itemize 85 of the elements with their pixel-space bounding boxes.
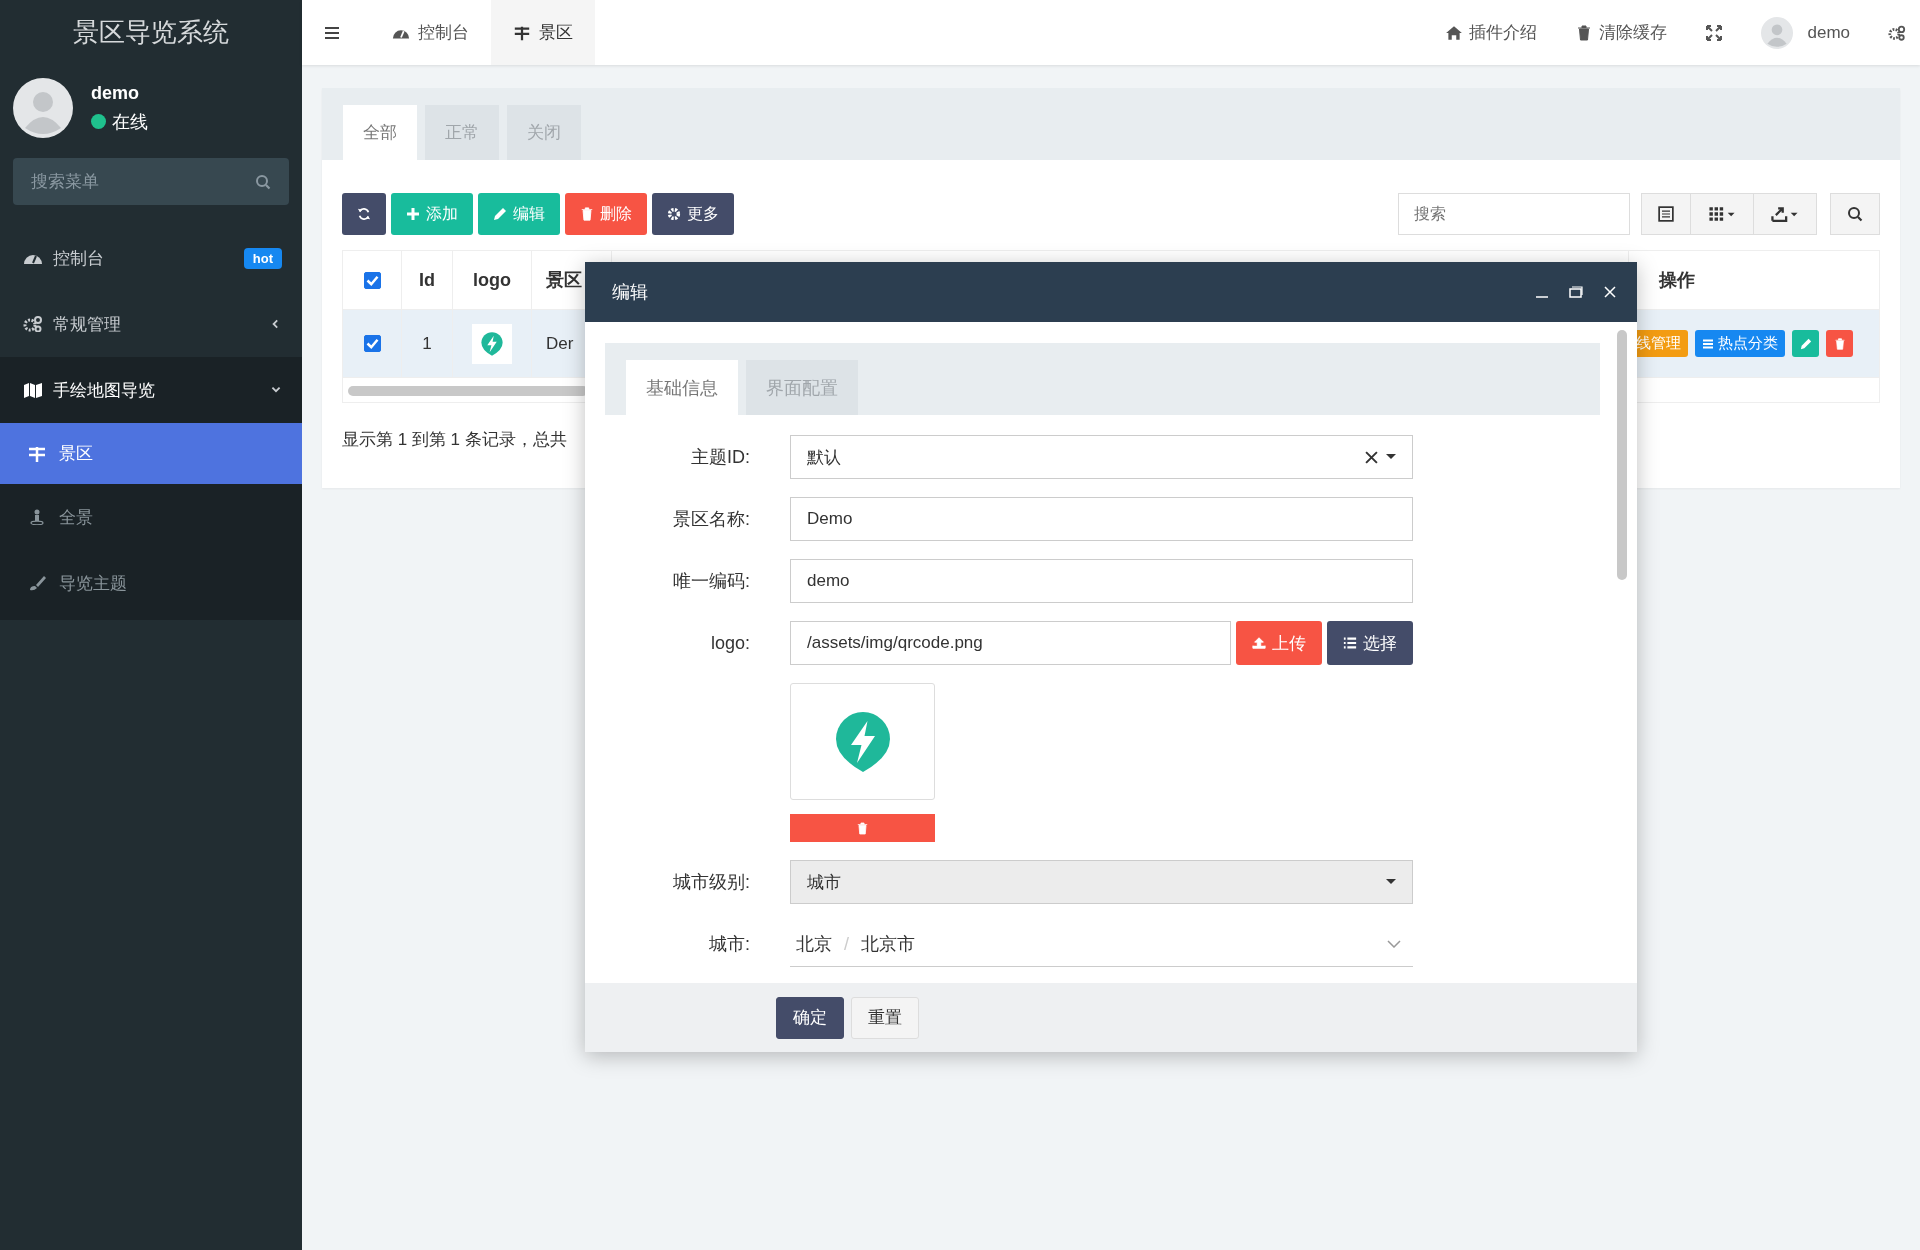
- trash-icon: [1833, 337, 1846, 350]
- user-status: 在线: [112, 110, 148, 134]
- text-field[interactable]: demo: [790, 559, 1413, 603]
- signpost-icon: [27, 445, 47, 462]
- field-label: 景区名称:: [672, 508, 751, 531]
- row-action-button[interactable]: 热点分类: [1695, 330, 1785, 357]
- table-cell: 1: [402, 310, 453, 377]
- select-field[interactable]: 城市: [790, 860, 1413, 904]
- scrollbar[interactable]: [348, 386, 588, 396]
- gears-icon: [23, 316, 43, 332]
- pencil-icon: [493, 207, 507, 221]
- field-label: 主题ID:: [690, 446, 751, 469]
- search-icon: [1847, 206, 1863, 222]
- menu-item[interactable]: 手绘地图导览: [0, 357, 302, 423]
- more-button[interactable]: 更多: [652, 193, 734, 235]
- delete-button[interactable]: [1826, 330, 1853, 357]
- logo-thumbnail: [472, 323, 512, 364]
- confirm-button[interactable]: 确定: [776, 996, 844, 1039]
- upload-icon: [1252, 636, 1266, 650]
- text-field[interactable]: /assets/img/qrcode.png: [790, 621, 1231, 665]
- column-header: logo: [453, 251, 532, 309]
- toggle-view-button[interactable]: [1641, 193, 1691, 235]
- field-label: 城市级别:: [672, 871, 751, 894]
- export-button[interactable]: [1754, 193, 1817, 235]
- refresh-icon: [357, 207, 371, 221]
- menu-item[interactable]: 控制台 hot: [0, 225, 302, 291]
- scrollbar[interactable]: [1617, 330, 1627, 580]
- home-icon: [1445, 24, 1464, 41]
- cascader-field[interactable]: 北京 / 北京市: [790, 922, 1413, 967]
- app-title: 景区导览系统: [72, 16, 230, 49]
- select-field[interactable]: 默认: [790, 435, 1413, 479]
- list-icon: [1658, 206, 1674, 222]
- gears-icon[interactable]: [1888, 24, 1906, 41]
- submenu-item[interactable]: 景区: [0, 423, 302, 484]
- brush-icon: [27, 575, 47, 591]
- trash-icon: [580, 207, 594, 221]
- gear-icon: [667, 207, 681, 221]
- clear-icon[interactable]: [1365, 450, 1378, 464]
- chevron-down-icon: [1387, 940, 1401, 948]
- plus-icon: [406, 207, 420, 221]
- menu-icon[interactable]: [324, 25, 340, 40]
- field-label: logo:: [709, 632, 751, 655]
- column-header: 操作: [1658, 269, 1696, 292]
- submenu-item[interactable]: 全景: [0, 484, 302, 550]
- field-label: 城市:: [708, 933, 751, 956]
- text-field[interactable]: Demo: [790, 497, 1413, 541]
- search-button[interactable]: [1830, 193, 1880, 235]
- submenu-item[interactable]: 导览主题: [0, 550, 302, 616]
- trash-icon: [857, 821, 868, 835]
- form-tab[interactable]: 基础信息: [626, 360, 738, 415]
- search-icon: [255, 174, 271, 190]
- nav-tab[interactable]: 控制台: [370, 0, 491, 65]
- list-icon: [1343, 636, 1357, 650]
- field-label: 唯一编码:: [672, 570, 751, 593]
- pencil-icon: [1799, 337, 1812, 350]
- row-checkbox[interactable]: [363, 335, 381, 352]
- grid-caret-icon: [1707, 206, 1737, 222]
- header-link[interactable]: 清除缓存: [1575, 21, 1668, 44]
- map-icon: [23, 382, 43, 398]
- columns-button[interactable]: [1691, 193, 1754, 235]
- header-link[interactable]: 插件介绍: [1445, 21, 1538, 44]
- maximize-icon[interactable]: [1569, 285, 1583, 299]
- user-name: demo: [91, 82, 140, 104]
- caret-icon: [1386, 879, 1396, 885]
- pagination-info: 显示第 1 到第 1 条记录，总共: [342, 429, 568, 451]
- hot-badge: hot: [243, 247, 282, 269]
- avatar-icon: [13, 78, 73, 138]
- reset-button[interactable]: 重置: [851, 996, 919, 1039]
- nav-tab[interactable]: 景区: [491, 0, 595, 65]
- menu-search-field[interactable]: 搜索菜单: [13, 158, 289, 205]
- fullscreen-icon[interactable]: [1705, 24, 1724, 41]
- caret-icon: [1386, 454, 1396, 460]
- choose-button[interactable]: 选择: [1327, 621, 1413, 665]
- close-icon[interactable]: [1603, 285, 1617, 299]
- list-icon: [1702, 337, 1714, 350]
- search-field[interactable]: 搜索: [1398, 193, 1630, 235]
- select-all-checkbox[interactable]: [363, 271, 381, 289]
- export-caret-icon: [1770, 206, 1800, 222]
- filter-tab[interactable]: 全部: [343, 105, 417, 160]
- dialog-title: 编辑: [612, 281, 649, 304]
- refresh-button[interactable]: [342, 193, 386, 235]
- menu-item[interactable]: 常规管理: [0, 291, 302, 357]
- signpost-icon: [513, 24, 531, 41]
- column-header: Id: [402, 251, 453, 309]
- user-name[interactable]: demo: [1807, 22, 1850, 43]
